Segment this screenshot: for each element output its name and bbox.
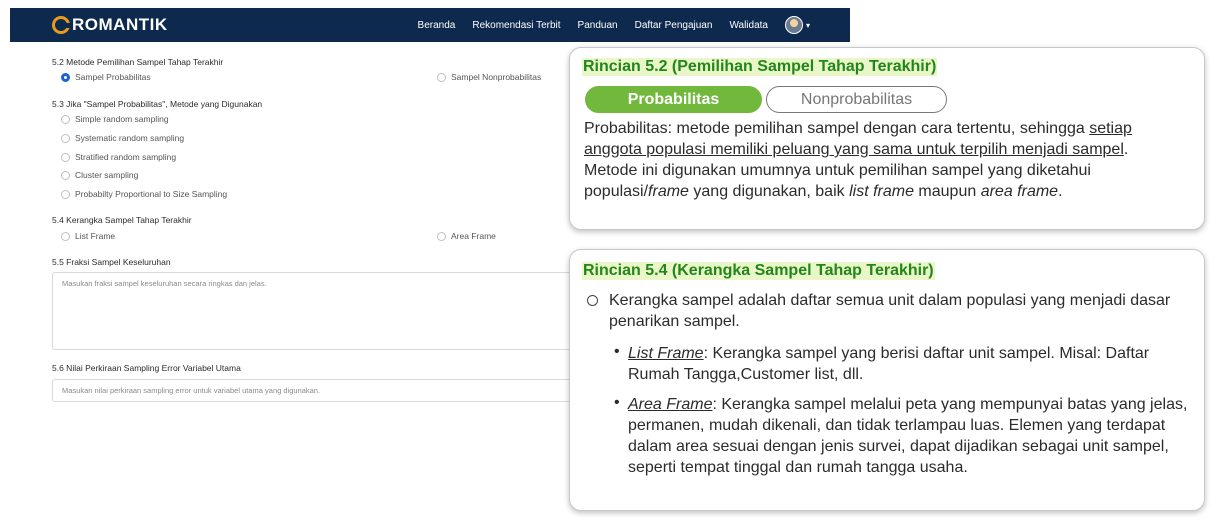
- q53-option-stratified-random[interactable]: Stratified random sampling: [61, 152, 176, 162]
- circle-bullet-icon: [587, 295, 598, 306]
- callout-intro: Kerangka sampel adalah daftar semua unit…: [609, 292, 1171, 330]
- radio-icon[interactable]: [437, 231, 446, 241]
- area-frame-item: Area Frame: Kerangka sampel melalui peta…: [628, 394, 1194, 478]
- q56-input[interactable]: Masukan nilai perkiraan sampling error u…: [52, 379, 572, 402]
- text-segment: maupun: [913, 183, 981, 200]
- q54-label: 5.4 Kerangka Sampel Tahap Terakhir: [52, 215, 192, 225]
- q56-label: 5.6 Nilai Perkiraan Sampling Error Varia…: [52, 363, 241, 373]
- option-label: Probabilty Proportional to Size Sampling: [75, 189, 228, 199]
- user-avatar[interactable]: [784, 16, 803, 34]
- text-italic: area frame: [980, 183, 1059, 200]
- option-label: List Frame: [75, 231, 116, 241]
- option-label: Stratified random sampling: [75, 152, 177, 162]
- bullet-icon: •: [614, 394, 620, 411]
- radio-checked-icon[interactable]: [61, 72, 70, 82]
- nav-link-walidata[interactable]: Walidata: [729, 20, 768, 31]
- option-label: Systematic random sampling: [75, 133, 185, 143]
- q53-option-cluster[interactable]: Cluster sampling: [61, 170, 138, 180]
- brand-name: ROMANTIK: [72, 15, 168, 34]
- callout-title: Rincian 5.4 (Kerangka Sampel Tahap Terak…: [582, 262, 935, 280]
- q53-option-simple-random[interactable]: Simple random sampling: [61, 114, 169, 124]
- term-area-frame: Area Frame: [628, 396, 713, 413]
- term-list-frame: List Frame: [628, 345, 704, 362]
- list-frame-item: List Frame: Kerangka sampel yang berisi …: [628, 343, 1194, 385]
- q54-option-area-frame[interactable]: Area Frame: [437, 231, 496, 241]
- nav-link-daftar-pengajuan[interactable]: Daftar Pengajuan: [635, 20, 713, 31]
- chevron-down-icon[interactable]: ▾: [806, 21, 810, 30]
- option-label: Cluster sampling: [75, 170, 139, 180]
- romantik-logo-icon: [52, 16, 70, 34]
- option-label: Sampel Probabilitas: [75, 72, 151, 82]
- radio-icon[interactable]: [61, 114, 70, 124]
- q52-option-nonprobabilitas[interactable]: Sampel Nonprobabilitas: [437, 72, 541, 82]
- text-italic: list frame: [849, 183, 914, 200]
- radio-icon[interactable]: [61, 231, 70, 241]
- callout-rincian-5-4: Rincian 5.4 (Kerangka Sampel Tahap Terak…: [569, 249, 1205, 511]
- q53-option-pps[interactable]: Probabilty Proportional to Size Sampling: [61, 189, 227, 199]
- q52-option-probabilitas[interactable]: Sampel Probabilitas: [61, 72, 151, 82]
- option-label: Sampel Nonprobabilitas: [451, 72, 542, 82]
- radio-icon[interactable]: [61, 133, 70, 143]
- q53-label: 5.3 Jika "Sampel Probabilitas", Metode y…: [52, 99, 263, 109]
- q55-label: 5.5 Fraksi Sampel Keseluruhan: [52, 257, 171, 267]
- text-segment: : Kerangka sampel yang berisi daftar uni…: [628, 345, 1150, 383]
- text-segment: Probabilitas: metode pemilihan sampel de…: [584, 120, 1090, 137]
- text-segment: yang digunakan, baik: [688, 183, 850, 200]
- nav-link-panduan[interactable]: Panduan: [578, 20, 618, 31]
- callout-body: Probabilitas: metode pemilihan sampel de…: [584, 118, 1184, 202]
- nav-link-rekomendasi-terbit[interactable]: Rekomendasi Terbit: [472, 20, 560, 31]
- option-label: Simple random sampling: [75, 114, 169, 124]
- text-segment: : Kerangka sampel melalui peta yang memp…: [628, 396, 1188, 476]
- radio-icon[interactable]: [437, 72, 446, 82]
- callout-rincian-5-2: Rincian 5.2 (Pemilihan Sampel Tahap Tera…: [569, 47, 1205, 230]
- callout-title: Rincian 5.2 (Pemilihan Sampel Tahap Tera…: [582, 58, 938, 76]
- bullet-icon: •: [614, 343, 620, 360]
- nav-link-beranda[interactable]: Beranda: [418, 20, 456, 31]
- pill-nonprobabilitas: Nonprobabilitas: [766, 86, 947, 113]
- nav-links: Beranda Rekomendasi Terbit Panduan Dafta…: [418, 16, 810, 34]
- text-italic: frame: [648, 183, 689, 200]
- q52-label: 5.2 Metode Pemilihan Sampel Tahap Terakh…: [52, 57, 224, 67]
- option-label: Area Frame: [451, 231, 496, 241]
- radio-icon[interactable]: [61, 152, 70, 162]
- radio-icon[interactable]: [61, 189, 70, 199]
- q54-option-list-frame[interactable]: List Frame: [61, 231, 115, 241]
- q53-option-systematic-random[interactable]: Systematic random sampling: [61, 133, 184, 143]
- top-navbar: ROMANTIK Beranda Rekomendasi Terbit Pand…: [10, 8, 850, 42]
- pill-probabilitas: Probabilitas: [585, 86, 762, 113]
- text-segment: .: [1058, 183, 1063, 200]
- q55-textarea[interactable]: Masukan fraksi sampel keseluruhan secara…: [52, 272, 572, 350]
- radio-icon[interactable]: [61, 170, 70, 180]
- brand-logo[interactable]: ROMANTIK: [52, 15, 168, 35]
